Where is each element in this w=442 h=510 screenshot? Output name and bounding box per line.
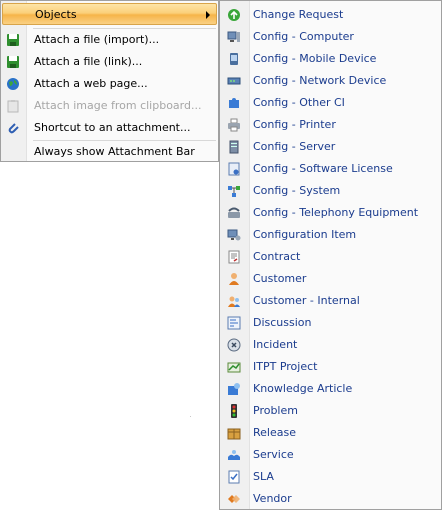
release-icon bbox=[227, 426, 241, 440]
configuration-item-icon bbox=[227, 228, 241, 242]
submenu-item-discussion[interactable]: Discussion bbox=[221, 312, 440, 334]
menu-item-label: Always show Attachment Bar bbox=[34, 145, 195, 158]
context-menu: Objects Attach a file (import)... Attach… bbox=[0, 0, 219, 162]
printer-icon bbox=[227, 118, 241, 132]
discussion-icon bbox=[227, 316, 241, 330]
submenu-item-config-network-device[interactable]: Config - Network Device bbox=[221, 70, 440, 92]
change-request-icon bbox=[227, 8, 241, 22]
globe-icon bbox=[6, 77, 20, 91]
computer-icon bbox=[227, 30, 241, 44]
service-icon bbox=[227, 448, 241, 462]
vendor-icon bbox=[227, 492, 241, 506]
submenu-item-config-mobile-device[interactable]: Config - Mobile Device bbox=[221, 48, 440, 70]
customer-internal-icon bbox=[227, 294, 241, 308]
submenu-item-label: Release bbox=[253, 426, 296, 439]
software-license-icon bbox=[227, 162, 241, 176]
submenu-item-label: Service bbox=[253, 448, 294, 461]
menu-item-objects[interactable]: Objects bbox=[2, 3, 217, 25]
background-dot bbox=[190, 416, 191, 417]
submenu-item-problem[interactable]: Problem bbox=[221, 400, 440, 422]
incident-icon bbox=[227, 338, 241, 352]
submenu-item-label: Config - Computer bbox=[253, 30, 354, 43]
menu-item-label: Shortcut to an attachment... bbox=[34, 121, 191, 134]
submenu-item-configuration-item[interactable]: Configuration Item bbox=[221, 224, 440, 246]
submenu-item-label: Contract bbox=[253, 250, 301, 263]
problem-icon bbox=[227, 404, 241, 418]
puzzle-icon bbox=[227, 96, 241, 110]
customer-icon bbox=[227, 272, 241, 286]
submenu-item-incident[interactable]: Incident bbox=[221, 334, 440, 356]
submenu-item-knowledge-article[interactable]: Knowledge Article bbox=[221, 378, 440, 400]
submenu-item-label: Discussion bbox=[253, 316, 312, 329]
menu-item-attach-web-page[interactable]: Attach a web page... bbox=[2, 73, 217, 95]
submenu-item-service[interactable]: Service bbox=[221, 444, 440, 466]
submenu-item-config-telephony-equipment[interactable]: Config - Telephony Equipment bbox=[221, 202, 440, 224]
menu-item-label: Attach a file (import)... bbox=[34, 33, 160, 46]
submenu-item-label: Config - Printer bbox=[253, 118, 336, 131]
submenu-item-label: ITPT Project bbox=[253, 360, 318, 373]
submenu-item-customer-internal[interactable]: Customer - Internal bbox=[221, 290, 440, 312]
menu-item-shortcut-attachment[interactable]: Shortcut to an attachment... bbox=[2, 117, 217, 139]
submenu-item-label: Config - Network Device bbox=[253, 74, 387, 87]
submenu-item-label: Customer - Internal bbox=[253, 294, 360, 307]
submenu-item-label: Config - Other CI bbox=[253, 96, 345, 109]
submenu-item-label: Incident bbox=[253, 338, 298, 351]
submenu-item-sla[interactable]: SLA bbox=[221, 466, 440, 488]
clipboard-image-icon bbox=[6, 99, 20, 113]
menu-item-label: Attach a web page... bbox=[34, 77, 148, 90]
submenu-item-change-request[interactable]: Change Request bbox=[221, 4, 440, 26]
server-icon bbox=[227, 140, 241, 154]
submenu-item-release[interactable]: Release bbox=[221, 422, 440, 444]
submenu-item-contract[interactable]: Contract bbox=[221, 246, 440, 268]
submenu-item-customer[interactable]: Customer bbox=[221, 268, 440, 290]
submenu-item-config-server[interactable]: Config - Server bbox=[221, 136, 440, 158]
submenu-item-label: Problem bbox=[253, 404, 298, 417]
menu-item-label: Attach image from clipboard... bbox=[34, 99, 202, 112]
system-icon bbox=[227, 184, 241, 198]
submenu-arrow-icon bbox=[206, 11, 210, 19]
telephone-icon bbox=[227, 206, 241, 220]
floppy-disk-icon bbox=[6, 33, 20, 47]
submenu-item-label: SLA bbox=[253, 470, 274, 483]
submenu-item-label: Config - System bbox=[253, 184, 341, 197]
mobile-device-icon bbox=[227, 52, 241, 66]
submenu-item-label: Change Request bbox=[253, 8, 344, 21]
network-device-icon bbox=[227, 74, 241, 88]
menu-item-attach-file-import[interactable]: Attach a file (import)... bbox=[2, 29, 217, 51]
knowledge-article-icon bbox=[227, 382, 241, 396]
contract-icon bbox=[227, 250, 241, 264]
menu-item-attach-image-clipboard[interactable]: Attach image from clipboard... bbox=[2, 95, 217, 117]
submenu-item-label: Config - Mobile Device bbox=[253, 52, 377, 65]
submenu-item-config-software-license[interactable]: Config - Software License bbox=[221, 158, 440, 180]
menu-item-label: Attach a file (link)... bbox=[34, 55, 143, 68]
submenu-item-config-printer[interactable]: Config - Printer bbox=[221, 114, 440, 136]
submenu-item-itpt-project[interactable]: ITPT Project bbox=[221, 356, 440, 378]
submenu-item-config-system[interactable]: Config - System bbox=[221, 180, 440, 202]
submenu-item-label: Config - Server bbox=[253, 140, 336, 153]
submenu-item-label: Knowledge Article bbox=[253, 382, 353, 395]
submenu-item-vendor[interactable]: Vendor bbox=[221, 488, 440, 510]
menu-item-always-show-attachment-bar[interactable]: Always show Attachment Bar bbox=[2, 141, 217, 163]
submenu-item-label: Config - Telephony Equipment bbox=[253, 206, 419, 219]
submenu-item-label: Configuration Item bbox=[253, 228, 357, 241]
objects-submenu: Change Request Config - Computer Config … bbox=[219, 0, 442, 510]
submenu-item-config-other-ci[interactable]: Config - Other CI bbox=[221, 92, 440, 114]
submenu-item-label: Vendor bbox=[253, 492, 292, 505]
submenu-item-label: Customer bbox=[253, 272, 307, 285]
submenu-item-config-computer[interactable]: Config - Computer bbox=[221, 26, 440, 48]
project-icon bbox=[227, 360, 241, 374]
paperclip-icon bbox=[6, 121, 20, 135]
menu-item-label: Objects bbox=[35, 8, 77, 21]
sla-icon bbox=[227, 470, 241, 484]
menu-item-attach-file-link[interactable]: Attach a file (link)... bbox=[2, 51, 217, 73]
floppy-disk-icon bbox=[6, 55, 20, 69]
submenu-item-label: Config - Software License bbox=[253, 162, 393, 175]
